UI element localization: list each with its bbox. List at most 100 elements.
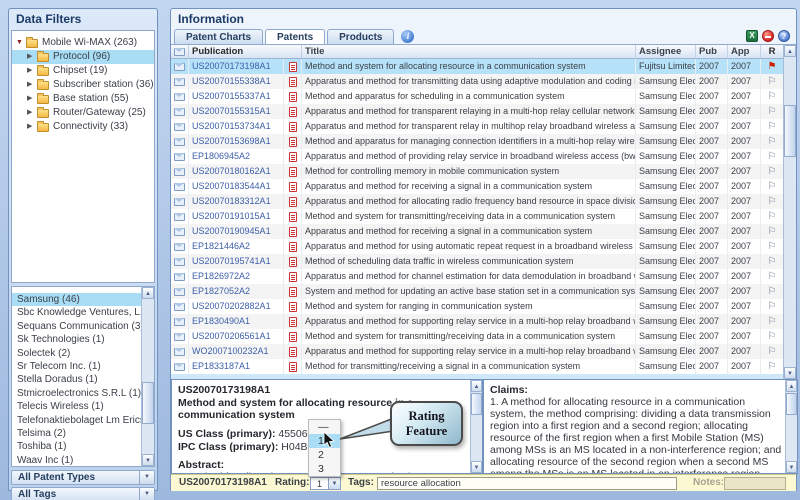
envelope-icon[interactable] <box>171 74 189 89</box>
column-title[interactable]: Title <box>302 45 636 58</box>
publication-link[interactable]: WO2007100232A1 <box>189 344 284 359</box>
pdf-icon[interactable] <box>284 134 302 149</box>
assignee-item[interactable]: Sr Telecom Inc. (1) <box>12 360 141 373</box>
tree-item[interactable]: ▶ Chipset (19) <box>12 64 154 78</box>
table-row[interactable]: US20070183544A1 Apparatus and method for… <box>171 179 783 194</box>
tags-select[interactable]: All Tags ▼ <box>11 487 155 500</box>
flag-cell[interactable]: ⚐ <box>761 119 783 134</box>
flag-cell[interactable]: ⚐ <box>761 89 783 104</box>
scroll-down-icon[interactable]: ▼ <box>142 454 154 466</box>
tree-item[interactable]: ▶ Router/Gateway (25) <box>12 106 154 120</box>
publication-link[interactable]: US20070202882A1 <box>189 299 284 314</box>
publication-link[interactable]: US20070206561A1 <box>189 329 284 344</box>
scroll-down-icon[interactable]: ▼ <box>784 367 796 379</box>
pdf-icon[interactable] <box>284 359 302 374</box>
pdf-icon[interactable] <box>284 239 302 254</box>
pdf-icon[interactable] <box>284 74 302 89</box>
column-pub[interactable]: Pub <box>696 45 728 58</box>
table-row[interactable]: US20070190945A1 Apparatus and method for… <box>171 224 783 239</box>
scroll-up-icon[interactable]: ▲ <box>784 45 796 57</box>
pdf-icon[interactable] <box>284 284 302 299</box>
block-icon[interactable] <box>762 30 774 42</box>
publication-link[interactable]: US20070183312A1 <box>189 194 284 209</box>
dropdown-arrow-icon[interactable]: ▼ <box>139 488 154 500</box>
assignee-item[interactable]: Stella Doradus (1) <box>12 373 141 386</box>
scroll-thumb[interactable] <box>786 393 797 415</box>
info-icon[interactable]: i <box>401 30 414 43</box>
pdf-icon[interactable] <box>284 299 302 314</box>
table-row[interactable]: EP1833187A1 Method for transmitting/rece… <box>171 359 783 374</box>
envelope-icon[interactable] <box>171 194 189 209</box>
expand-arrow-icon[interactable]: ▶ <box>27 50 36 64</box>
envelope-icon[interactable] <box>171 359 189 374</box>
assignee-item[interactable]: Waav Inc (1) <box>12 454 141 467</box>
publication-link[interactable]: EP1806945A2 <box>189 149 284 164</box>
flag-icon[interactable]: ⚐ <box>768 256 777 267</box>
pdf-icon[interactable] <box>284 89 302 104</box>
flag-cell[interactable]: ⚐ <box>761 269 783 284</box>
flag-cell[interactable]: ⚐ <box>761 74 783 89</box>
pdf-icon[interactable] <box>284 149 302 164</box>
flag-cell[interactable]: ⚐ <box>761 299 783 314</box>
flag-icon[interactable]: ⚐ <box>768 241 777 252</box>
flag-icon[interactable]: ⚐ <box>768 316 777 327</box>
envelope-icon[interactable] <box>171 59 189 74</box>
envelope-icon[interactable] <box>171 134 189 149</box>
table-row[interactable]: US20070191015A1 Method and system for tr… <box>171 209 783 224</box>
flag-icon[interactable]: ⚐ <box>768 151 777 162</box>
publication-link[interactable]: US20070153734A1 <box>189 119 284 134</box>
flag-cell[interactable]: ⚐ <box>761 329 783 344</box>
table-row[interactable]: US20070195741A1 Method of scheduling dat… <box>171 254 783 269</box>
publication-link[interactable]: US20070155338A1 <box>189 74 284 89</box>
pdf-icon[interactable] <box>284 59 302 74</box>
flag-cell[interactable]: ⚐ <box>761 359 783 374</box>
assignee-item[interactable]: Sk Technologies (1) <box>12 333 141 346</box>
scroll-up-icon[interactable]: ▲ <box>471 380 482 392</box>
flag-icon[interactable]: ⚐ <box>768 121 777 132</box>
assignee-item[interactable]: Stmicroelectronics S.R.L (1) <box>12 387 141 400</box>
flag-icon[interactable]: ⚐ <box>768 76 777 87</box>
tags-input[interactable] <box>377 477 677 490</box>
envelope-icon[interactable] <box>171 224 189 239</box>
scroll-up-icon[interactable]: ▲ <box>142 287 154 299</box>
flag-icon[interactable]: ⚐ <box>768 301 777 312</box>
flag-icon[interactable]: ⚐ <box>768 271 777 282</box>
column-app[interactable]: App <box>728 45 761 58</box>
flag-icon[interactable]: ⚐ <box>768 211 777 222</box>
publication-link[interactable]: US20070183544A1 <box>189 179 284 194</box>
collapse-arrow-icon[interactable]: ▼ <box>16 36 25 50</box>
pdf-icon[interactable] <box>284 104 302 119</box>
claims-scrollbar[interactable]: ▲ ▼ <box>785 380 797 473</box>
publication-link[interactable]: US20070155337A1 <box>189 89 284 104</box>
pdf-icon[interactable] <box>284 224 302 239</box>
tree-item[interactable]: ▶ Connectivity (33) <box>12 120 154 134</box>
flag-icon[interactable]: ⚐ <box>768 91 777 102</box>
pdf-icon[interactable] <box>284 164 302 179</box>
flag-cell[interactable]: ⚐ <box>761 134 783 149</box>
excel-export-icon[interactable]: X <box>746 30 758 42</box>
pdf-icon[interactable] <box>284 344 302 359</box>
expand-arrow-icon[interactable]: ▶ <box>27 64 36 78</box>
help-icon[interactable]: ? <box>778 30 790 42</box>
flag-cell[interactable]: ⚐ <box>761 239 783 254</box>
table-row[interactable]: US20070183312A1 Apparatus and method for… <box>171 194 783 209</box>
rating-option[interactable]: 3 <box>309 462 340 476</box>
pdf-icon[interactable] <box>284 194 302 209</box>
dropdown-arrow-icon[interactable]: ▼ <box>139 471 154 484</box>
pdf-icon[interactable] <box>284 119 302 134</box>
column-assignee[interactable]: Assignee <box>636 45 696 58</box>
expand-arrow-icon[interactable]: ▶ <box>27 92 36 106</box>
table-row[interactable]: US20070206561A1 Method and system for tr… <box>171 329 783 344</box>
assignee-item[interactable]: Telsima (2) <box>12 427 141 440</box>
flag-cell[interactable]: ⚐ <box>761 224 783 239</box>
publication-link[interactable]: EP1833187A1 <box>189 359 284 374</box>
table-row[interactable]: US20070155315A1 Apparatus and method for… <box>171 104 783 119</box>
expand-arrow-icon[interactable]: ▶ <box>27 120 36 134</box>
envelope-icon[interactable] <box>171 299 189 314</box>
table-row[interactable]: EP1806945A2 Apparatus and method of prov… <box>171 149 783 164</box>
scroll-thumb[interactable] <box>142 382 154 424</box>
tree-item[interactable]: ▶ Base station (55) <box>12 92 154 106</box>
envelope-icon[interactable] <box>171 179 189 194</box>
rating-combobox[interactable]: 1 <box>310 477 329 490</box>
table-row[interactable]: EP1826972A2 Apparatus and method for cha… <box>171 269 783 284</box>
